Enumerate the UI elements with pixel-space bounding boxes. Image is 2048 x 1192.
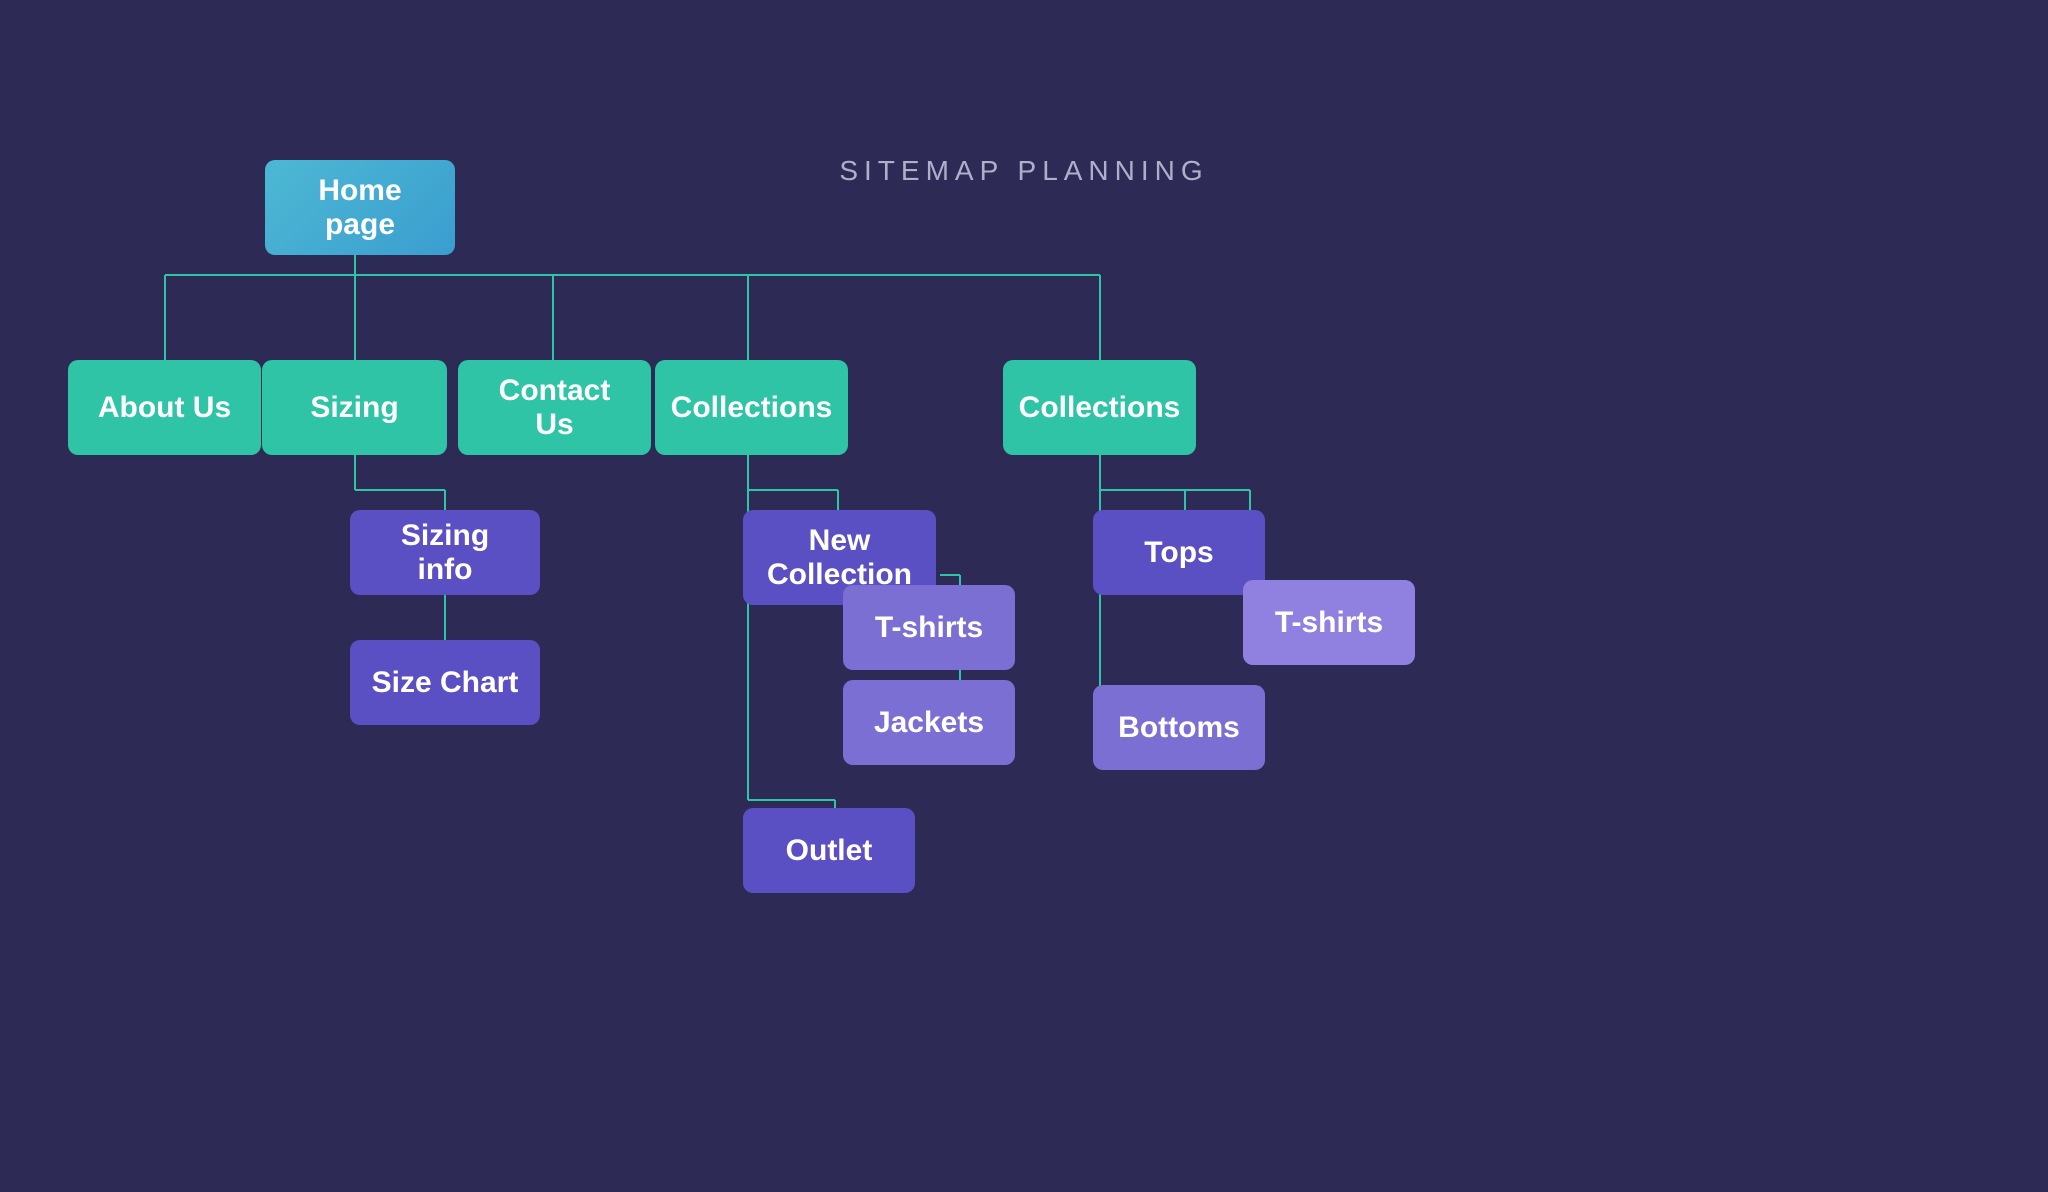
node-collections-2[interactable]: Collections [1003,360,1196,455]
node-bottoms[interactable]: Bottoms [1093,685,1265,770]
node-sizing-info[interactable]: Sizing info [350,510,540,595]
node-homepage[interactable]: Home page [265,160,455,255]
node-jackets[interactable]: Jackets [843,680,1015,765]
node-tops[interactable]: Tops [1093,510,1265,595]
node-outlet[interactable]: Outlet [743,808,915,893]
node-about-us[interactable]: About Us [68,360,261,455]
node-tshirts-1[interactable]: T-shirts [843,585,1015,670]
node-collections-1[interactable]: Collections [655,360,848,455]
node-contact-us[interactable]: Contact Us [458,360,651,455]
node-size-chart[interactable]: Size Chart [350,640,540,725]
node-sizing[interactable]: Sizing [262,360,447,455]
node-tshirts-2[interactable]: T-shirts [1243,580,1415,665]
